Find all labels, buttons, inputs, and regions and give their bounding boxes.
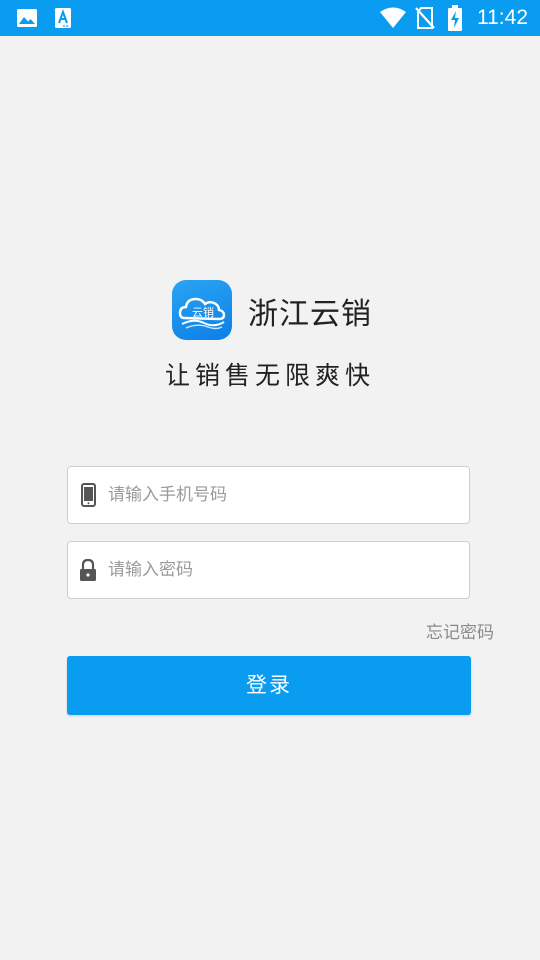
battery-charging-icon [448,5,462,31]
status-bar: 11:42 [0,0,540,36]
image-icon [17,9,37,27]
phone-field[interactable] [67,466,470,524]
forgot-password-link[interactable]: 忘记密码 [426,618,494,643]
password-input[interactable] [108,542,458,598]
phone-icon [81,483,96,507]
lock-icon [80,558,96,581]
password-field[interactable] [67,541,470,599]
app-header: 云销 浙江云销 [172,280,432,340]
app-slogan: 让销售无限爽快 [164,361,375,390]
status-time: 11:42 [477,6,528,29]
app-name: 浙江云销 [248,297,372,332]
login-button[interactable]: 登录 [67,656,471,715]
font-a-icon [55,8,71,28]
no-sim-icon [415,7,435,29]
wifi-icon [380,7,406,28]
app-logo-icon: 云销 [172,280,232,340]
app-icon-text: 云销 [192,305,214,319]
phone-input[interactable] [108,467,458,523]
